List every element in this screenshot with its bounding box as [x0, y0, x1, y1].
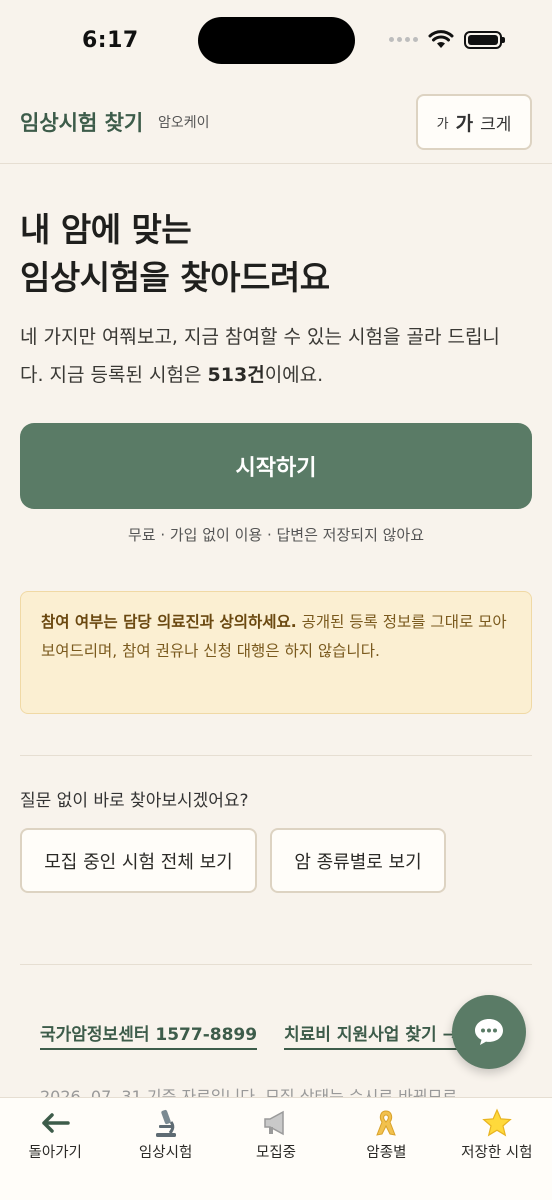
- status-time: 6:17: [82, 28, 139, 53]
- tab-saved[interactable]: 저장한 시험: [442, 1098, 552, 1200]
- signal-icon: [389, 37, 418, 42]
- cancer-center-link[interactable]: 국가암정보센터 1577-8899: [40, 1020, 258, 1050]
- tab-trials[interactable]: 임상시험: [110, 1098, 220, 1200]
- hero-desc-part2: 이에요.: [264, 364, 324, 386]
- font-size-label: 크게: [480, 114, 512, 135]
- megaphone-icon: [261, 1108, 291, 1138]
- battery-icon: [464, 30, 505, 49]
- tab-cancer-type[interactable]: 암종별: [331, 1098, 441, 1200]
- dynamic-island: [198, 17, 355, 64]
- tab-back[interactable]: 돌아가기: [0, 1098, 110, 1200]
- microscope-icon: [153, 1108, 179, 1138]
- hero-title-line1: 내 암에 맞는: [20, 210, 192, 249]
- support-link[interactable]: 치료비 지원사업 찾기 →: [284, 1020, 457, 1050]
- ribbon-icon: [374, 1108, 398, 1138]
- all-trials-button[interactable]: 모집 중인 시험 전체 보기: [20, 828, 257, 893]
- tab-label: 암종별: [366, 1145, 407, 1161]
- trial-count: 513건: [207, 364, 265, 386]
- notice-bold: 참여 여부는 담당 의료진과 상의하세요.: [41, 613, 297, 631]
- tab-label: 돌아가기: [28, 1145, 82, 1161]
- font-small-glyph: 가: [436, 116, 449, 132]
- chat-bubble-icon: [475, 1019, 503, 1045]
- hero-description: 네 가지만 여쭤보고, 지금 참여할 수 있는 시험을 골라 드립니다. 지금 …: [20, 318, 520, 394]
- status-bar: 6:17: [0, 0, 552, 86]
- font-size-button[interactable]: 가 가 크게: [416, 94, 532, 150]
- tab-label: 모집중: [256, 1145, 297, 1161]
- start-button[interactable]: 시작하기: [20, 423, 532, 509]
- back-arrow-icon: [40, 1108, 70, 1138]
- font-large-glyph: 가: [455, 112, 474, 135]
- start-note: 무료 · 가입 없이 이용 · 답변은 저장되지 않아요: [127, 526, 425, 544]
- hero-title-line2: 임상시험을 찾아드려요: [20, 258, 330, 297]
- app-header: 임상시험 찾기 암오케이 가 가 크게: [0, 86, 552, 164]
- tab-label: 임상시험: [138, 1145, 193, 1161]
- star-icon: [482, 1108, 512, 1138]
- tab-bar: 돌아가기 임상시험 모집중 암종별 저장한 시험: [0, 1097, 552, 1200]
- status-icons: [389, 30, 505, 49]
- divider: [20, 755, 532, 756]
- notice-box: 참여 여부는 담당 의료진과 상의하세요. 공개된 등록 정보를 그대로 모아 …: [20, 591, 532, 714]
- wifi-icon: [428, 30, 454, 48]
- tab-recruiting[interactable]: 모집중: [221, 1098, 331, 1200]
- tab-label: 저장한 시험: [461, 1145, 533, 1161]
- by-cancer-button[interactable]: 암 종류별로 보기: [270, 828, 446, 893]
- hero-title: 내 암에 맞는 임상시험을 찾아드려요: [20, 206, 330, 302]
- app-title: 임상시험 찾기: [20, 111, 144, 135]
- divider: [20, 964, 532, 965]
- chat-button[interactable]: [452, 995, 526, 1069]
- app-subtitle: 암오케이: [158, 115, 210, 131]
- quick-label: 질문 없이 바로 찾아보시겠어요?: [20, 791, 249, 811]
